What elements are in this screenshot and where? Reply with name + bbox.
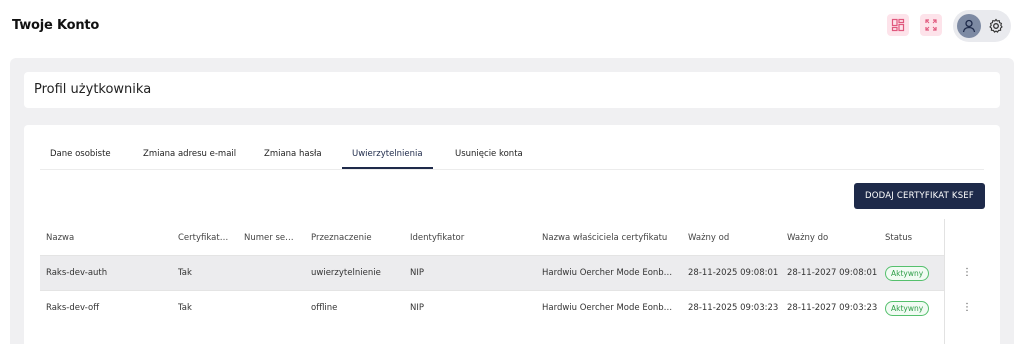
tab-zmiana-hasla[interactable]: Zmiana hasła — [264, 149, 322, 159]
column-header-wazny-od[interactable]: Ważny od — [688, 233, 778, 243]
fullscreen-button[interactable] — [920, 14, 942, 36]
layout-switch-icon — [891, 18, 905, 32]
top-bar: Twoje Konto — [0, 0, 1024, 52]
cell-identyfikator: NIP — [410, 303, 424, 313]
content-card: Dane osobiste Zmiana adresu e-mail Zmian… — [24, 125, 1000, 344]
tabs: Dane osobiste Zmiana adresu e-mail Zmian… — [24, 125, 1000, 170]
column-header-identyfikator[interactable]: Identyfikator — [410, 233, 520, 243]
column-header-numer[interactable]: Numer se… — [244, 233, 296, 243]
fullscreen-icon — [925, 19, 937, 31]
column-header-nazwa[interactable]: Nazwa — [46, 233, 156, 243]
app-title: Twoje Konto — [12, 18, 100, 33]
cell-certyfikat: Tak — [178, 268, 192, 278]
tab-dane-osobiste[interactable]: Dane osobiste — [50, 149, 111, 159]
cell-wazny-od: 28-11-2025 09:03:23 — [688, 303, 779, 313]
tabs-divider — [40, 169, 984, 170]
tab-usuniecie-konta[interactable]: Usunięcie konta — [455, 149, 523, 159]
cell-certyfikat: Tak — [178, 303, 192, 313]
cell-przeznaczenie: uwierzytelnienie — [311, 268, 381, 278]
row-actions-kebab-icon[interactable]: ⋮ — [962, 266, 972, 280]
row-actions-kebab-icon[interactable]: ⋮ — [962, 301, 972, 315]
column-header-certyfikat[interactable]: Certyfikat… — [178, 233, 234, 243]
cell-wazny-od: 28-11-2025 09:08:01 — [688, 268, 779, 278]
cell-przeznaczenie: offline — [311, 303, 338, 313]
user-icon — [962, 19, 976, 33]
column-header-przeznaczenie[interactable]: Przeznaczenie — [311, 233, 396, 243]
actions-column-divider — [944, 219, 945, 344]
cell-identyfikator: NIP — [410, 268, 424, 278]
tab-uwierzytelnienia[interactable]: Uwierzytelnienia — [352, 149, 423, 159]
layout-switch-button[interactable] — [887, 14, 909, 36]
cell-wazny-do: 28-11-2027 09:08:01 — [787, 268, 878, 278]
column-header-status[interactable]: Status — [885, 233, 935, 243]
add-certificate-button[interactable]: DODAJ CERTYFIKAT KSEF — [854, 183, 985, 209]
cell-wazny-do: 28-11-2027 09:03:23 — [787, 303, 878, 313]
column-header-wazny-do[interactable]: Ważny do — [787, 233, 877, 243]
tab-zmiana-email[interactable]: Zmiana adresu e-mail — [143, 149, 236, 159]
gear-icon[interactable] — [988, 18, 1004, 34]
avatar[interactable] — [957, 14, 981, 38]
cell-nazwa: Raks-dev-auth — [46, 268, 108, 278]
status-badge: Aktywny — [885, 266, 930, 281]
cell-wlasciciel: Hardwiu Oercher Mode Eonb… — [542, 303, 673, 313]
page-title: Profil użytkownika — [34, 82, 152, 97]
cell-wlasciciel: Hardwiu Oercher Mode Eonb… — [542, 268, 673, 278]
profile-header-card: Profil użytkownika — [24, 72, 1000, 108]
user-menu[interactable] — [953, 10, 1011, 42]
column-header-wlasciciel[interactable]: Nazwa właściciela certyfikatu — [542, 233, 682, 243]
cell-nazwa: Raks-dev-off — [46, 303, 100, 313]
status-badge: Aktywny — [885, 301, 930, 316]
